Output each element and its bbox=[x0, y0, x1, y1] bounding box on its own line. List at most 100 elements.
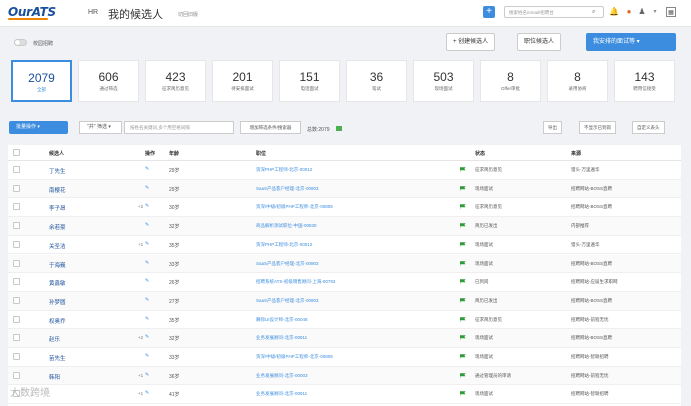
dropdown-icon[interactable]: ▾ bbox=[650, 7, 660, 17]
edit-icon[interactable]: ✎ bbox=[145, 166, 149, 172]
stat-offer-approval[interactable]: 8 Offer审批 bbox=[480, 60, 541, 102]
edit-icon[interactable]: ✎ bbox=[145, 353, 149, 359]
campus-recruit-toggle[interactable] bbox=[14, 39, 27, 46]
table-row[interactable]: 黄鑫敏 ✎ 26岁 招聘系统ATS-初级销售顾问-上海-00793 已到岗 招聘网站-应届… bbox=[8, 273, 681, 292]
job-candidate-button[interactable]: 职位候选人 bbox=[517, 33, 562, 51]
table-row[interactable]: 权奥乔 ✎ 35岁 舞际UI设计师-北京-00048 征求简历意见 招聘网站-前程无忧 bbox=[8, 311, 681, 330]
row-checkbox[interactable] bbox=[13, 371, 20, 379]
select-all-checkbox[interactable] bbox=[13, 149, 20, 156]
edit-icon[interactable]: ✎ bbox=[145, 203, 149, 209]
job-link[interactable]: 资深/中级/初级PHP工程师-北京-00808 bbox=[256, 354, 333, 360]
edit-icon[interactable]: ✎ bbox=[145, 390, 149, 396]
col-age[interactable]: 年龄 bbox=[169, 150, 179, 157]
candidate-name[interactable]: 孙梦圆 bbox=[49, 298, 66, 306]
table-row[interactable]: 关圣洁 +1 ✎ 35岁 资深PHP工程师-北京-00012 现场面试 猎头-万里遍华 bbox=[8, 236, 681, 255]
row-checkbox[interactable] bbox=[13, 296, 20, 304]
table-row[interactable]: 苗先生 ✎ 33岁 资深/中级/初级PHP工程师-北京-00808 现场面试 招聘网站-智… bbox=[8, 348, 681, 367]
name-keyword-input[interactable]: 按姓名关键词,多个用空格间隔 bbox=[124, 121, 234, 134]
row-checkbox[interactable] bbox=[13, 259, 20, 267]
app-logo[interactable]: OurATS bbox=[8, 5, 56, 19]
job-link[interactable]: 商品解析测试职位-中国-00830 bbox=[256, 223, 317, 229]
bell-icon[interactable]: 🔔 bbox=[609, 7, 619, 17]
edit-icon[interactable]: ✎ bbox=[145, 260, 149, 266]
stat-phone-interview[interactable]: 151 电话面试 bbox=[279, 60, 340, 102]
table-row[interactable]: 余若豪 ✎ 32岁 商品解析测试职位-中国-00830 简历已发出 内部推荐 bbox=[8, 217, 681, 236]
edit-icon[interactable]: ✎ bbox=[145, 316, 149, 322]
stat-offer-accepted[interactable]: 143 聘用信接受 bbox=[614, 60, 675, 102]
switch-old-version-link[interactable]: 切回旧版 bbox=[178, 11, 198, 18]
edit-icon[interactable]: ✎ bbox=[145, 278, 149, 284]
bulk-action-button[interactable]: 批量操作 ▾ bbox=[9, 121, 68, 134]
job-link[interactable]: 业务发展顾问-北京-00811 bbox=[256, 335, 307, 341]
candidate-name[interactable]: 余若豪 bbox=[49, 223, 66, 231]
candidate-name[interactable]: 苗先生 bbox=[49, 354, 66, 362]
edit-icon[interactable]: ✎ bbox=[145, 334, 149, 340]
hide-onboarded-toggle[interactable]: 不显示已到岗 bbox=[579, 121, 616, 134]
job-link[interactable]: 舞际UI设计师-北京-00048 bbox=[256, 317, 308, 323]
candidate-name[interactable]: 韩阳 bbox=[49, 373, 60, 381]
stat-passed[interactable]: 606 通过筛选 bbox=[78, 60, 139, 102]
col-source[interactable]: 来源 bbox=[571, 150, 581, 157]
table-row[interactable]: +1 ✎ 41岁 业务发展顾问-北京-00811 现场面试 招聘网站-智联招聘 bbox=[8, 385, 681, 405]
edit-icon[interactable]: ✎ bbox=[145, 372, 149, 378]
row-checkbox[interactable] bbox=[13, 334, 20, 342]
create-candidate-button[interactable]: + 创建候选人 bbox=[446, 33, 496, 51]
col-job[interactable]: 职位 bbox=[256, 150, 266, 157]
job-link[interactable]: 招聘系统ATS-初级销售顾问-上海-00793 bbox=[256, 279, 335, 285]
job-link[interactable]: 业务发展顾问-北京-00003 bbox=[256, 373, 308, 379]
row-checkbox[interactable] bbox=[13, 222, 20, 230]
row-checkbox[interactable] bbox=[13, 240, 20, 248]
custom-columns-button[interactable]: 自定义表头 bbox=[632, 121, 665, 134]
my-interviews-button[interactable]: 我安排的面试等 ▾ bbox=[586, 33, 676, 51]
candidate-name[interactable]: 黄鑫敏 bbox=[49, 279, 66, 287]
edit-icon[interactable]: ✎ bbox=[145, 297, 149, 303]
row-checkbox[interactable] bbox=[13, 166, 20, 173]
stat-resume-opinion[interactable]: 423 征求简历意见 bbox=[145, 60, 206, 102]
job-link[interactable]: 资深/中级/初级PHP工程师-北京-00808 bbox=[256, 204, 333, 210]
calendar-icon[interactable]: ▦ bbox=[666, 7, 676, 17]
export-button[interactable]: 导出 bbox=[543, 121, 562, 134]
candidate-name[interactable]: 权奥乔 bbox=[49, 317, 66, 325]
search-icon[interactable]: ⌕ bbox=[592, 9, 595, 16]
job-link[interactable]: SaaS产品客户经理-北京-00903 bbox=[256, 261, 319, 267]
row-checkbox[interactable] bbox=[13, 184, 20, 192]
stat-all[interactable]: 2079 全部 bbox=[11, 60, 72, 102]
quick-add-button[interactable]: + bbox=[483, 6, 495, 18]
candidate-name[interactable]: 李子昂 bbox=[49, 204, 66, 212]
candidate-name[interactable]: 丁先生 bbox=[49, 167, 66, 175]
stat-hire-negotiation[interactable]: 8 录用协商 bbox=[547, 60, 608, 102]
row-checkbox[interactable] bbox=[13, 278, 20, 286]
stat-onsite-interview[interactable]: 503 现场面试 bbox=[413, 60, 474, 102]
table-row[interactable]: 南樱花 ✎ 29岁 SaaS产品客户经理-北京-00903 现场面试 招聘网站-BOSS直… bbox=[8, 179, 681, 199]
row-checkbox[interactable] bbox=[13, 353, 20, 360]
add-filter-button[interactable]: 增加筛选条件/搜索器 bbox=[240, 121, 301, 134]
candidate-name[interactable]: 赵乐 bbox=[49, 335, 60, 343]
table-row[interactable]: 于海巍 ✎ 33岁 SaaS产品客户经理-北京-00903 现场面试 招聘网站-BOSS直… bbox=[8, 254, 681, 274]
job-link[interactable]: 业务发展顾问-北京-00811 bbox=[256, 391, 307, 397]
candidate-name[interactable]: 于海巍 bbox=[49, 261, 66, 269]
job-link[interactable]: SaaS产品客户经理-北京-00903 bbox=[256, 186, 319, 192]
candidate-name[interactable]: 南樱花 bbox=[49, 186, 66, 194]
col-status[interactable]: 状态 bbox=[475, 150, 485, 157]
table-row[interactable]: 李子昂 +2 ✎ 30岁 资深/中级/初级PHP工程师-北京-00808 征求简历意见 招聘… bbox=[8, 198, 681, 218]
job-link[interactable]: 资深PHP工程师-北京-00012 bbox=[256, 242, 312, 248]
stat-to-arrange[interactable]: 201 待安排面试 bbox=[212, 60, 273, 102]
table-row[interactable]: 孙梦圆 ✎ 27岁 SaaS产品客户经理-北京-00903 简历已发出 招聘网站-BOSS… bbox=[8, 291, 681, 311]
hr-tag[interactable]: HR bbox=[88, 9, 98, 16]
chat-icon[interactable]: ● bbox=[624, 7, 634, 17]
candidate-name[interactable]: 关圣洁 bbox=[49, 242, 66, 250]
row-checkbox[interactable] bbox=[13, 315, 20, 323]
table-row[interactable]: 韩阳 +1 ✎ 36岁 业务发展顾问-北京-00003 通过管理员的审请 招聘网站-前程无忧 bbox=[8, 366, 681, 386]
job-link[interactable]: 资深PHP工程师-北京-00012 bbox=[256, 167, 312, 173]
edit-icon[interactable]: ✎ bbox=[145, 222, 149, 228]
edit-icon[interactable]: ✎ bbox=[145, 241, 149, 247]
stat-written-test[interactable]: 36 笔试 bbox=[346, 60, 407, 102]
table-row[interactable]: 赵乐 +2 ✎ 32岁 业务发展顾问-北京-00811 现场面试 招聘网站-BOSS直聘 bbox=[8, 329, 681, 348]
col-name[interactable]: 候选人 bbox=[49, 150, 64, 157]
filter-mode-dropdown[interactable]: "并" 筛选 ▾ bbox=[79, 121, 122, 134]
table-row[interactable]: 丁先生 ✎ 29岁 资深PHP工程师-北京-00012 征求简历意见 猎头-万里遍华 bbox=[8, 161, 681, 180]
row-checkbox[interactable] bbox=[13, 203, 20, 211]
global-search-input[interactable]: 搜索姓名/email/招聘台 bbox=[504, 6, 604, 18]
edit-icon[interactable]: ✎ bbox=[145, 185, 149, 191]
job-link[interactable]: SaaS产品客户经理-北京-00903 bbox=[256, 298, 319, 304]
